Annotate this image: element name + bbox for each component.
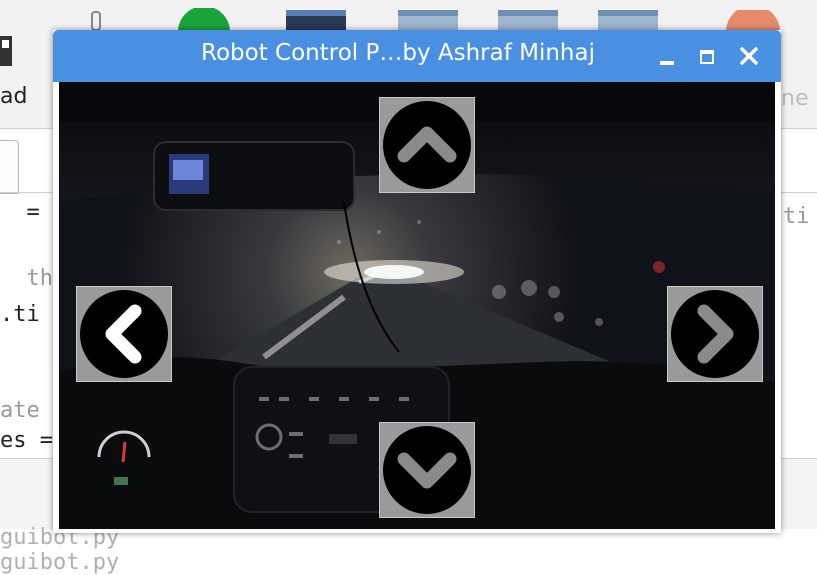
close-button[interactable]	[737, 44, 761, 68]
code-line: es =	[0, 428, 53, 453]
arrow-down-icon	[383, 426, 471, 514]
terminal-icon[interactable]	[286, 10, 346, 32]
editor-tab[interactable]	[0, 140, 19, 194]
file-entry: guibot.py	[0, 550, 120, 575]
arrow-right-icon	[671, 290, 759, 378]
code-line: ate	[0, 398, 40, 423]
camera-feed	[59, 82, 775, 529]
minimize-button[interactable]	[657, 44, 681, 68]
toolbar-icon-b[interactable]	[498, 10, 558, 32]
maximize-button[interactable]	[696, 44, 720, 68]
load-icon[interactable]	[0, 28, 14, 70]
run-icon[interactable]	[178, 8, 230, 32]
toolbar-icon-c[interactable]	[598, 10, 658, 32]
close-icon	[740, 47, 758, 65]
code-line: th	[0, 266, 53, 291]
title-bar[interactable]: Robot Control P…by Ashraf Minhaj	[53, 30, 781, 82]
forward-button[interactable]	[379, 97, 475, 193]
left-button[interactable]	[76, 286, 172, 382]
right-button[interactable]	[667, 286, 763, 382]
window-title: Robot Control P…by Ashraf Minhaj	[201, 40, 595, 66]
code-line: .ti	[0, 302, 40, 327]
code-line-right: ti	[783, 204, 810, 229]
robot-control-window: Robot Control P…by Ashraf Minhaj	[53, 30, 781, 533]
toolbar-label-load: ad	[0, 84, 28, 109]
stop-icon[interactable]	[726, 10, 780, 32]
arrow-left-icon	[80, 290, 168, 378]
backward-button[interactable]	[379, 422, 475, 518]
arrow-up-icon	[383, 101, 471, 189]
toolbar-label-right: ne	[781, 86, 809, 111]
toolbar-icon-a[interactable]	[398, 10, 458, 32]
